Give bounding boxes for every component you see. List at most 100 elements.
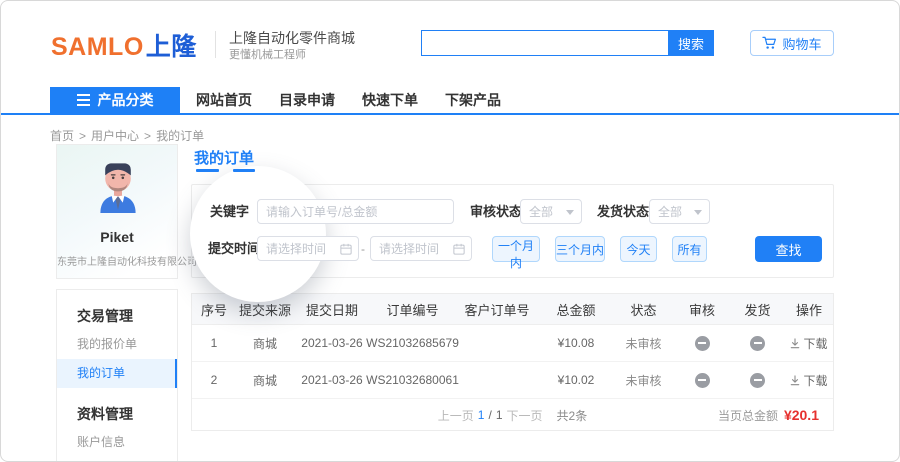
sidebar-item-account-info[interactable]: 账户信息 [57,428,177,457]
main-nav: 产品分类 网站首页 目录申请 快速下单 下架产品 [1,87,899,115]
breadcrumb-user-center[interactable]: 用户中心 [91,127,139,144]
quick-filter-today[interactable]: 今天 [620,236,657,262]
cell-amount: ¥10.08 [539,336,613,350]
breadcrumb: 首页 > 用户中心 > 我的订单 [50,127,204,144]
download-link[interactable]: 下载 [790,335,827,352]
avatar-illustration [94,157,142,213]
download-link[interactable]: 下载 [790,372,827,389]
date-start-placeholder: 请选择时间 [266,240,340,257]
col-header-date: 提交日期 [294,300,370,319]
title-underline [196,169,219,172]
cell-date: 2021-03-26 [294,336,370,350]
nav-item-home[interactable]: 网站首页 [196,90,252,110]
filter-row-2: 提交时间 请选择时间 - 请选择时间 一 [192,236,833,262]
user-avatar [94,157,142,218]
date-end-placeholder: 请选择时间 [379,240,453,257]
search-button[interactable]: 搜索 [668,30,714,56]
ship-status-label: 发货状态 [597,199,649,225]
page: SAMLO上隆 上隆自动化零件商城 更懂机械工程师 搜索 购物车 产品分类 网站… [0,0,900,462]
audit-status-value: 全部 [529,203,553,220]
download-label: 下载 [803,372,827,389]
cell-source: 商城 [236,372,294,389]
company-name: 东莞市上隆自动化科技有限公司 [57,253,177,268]
search-input[interactable] [421,30,668,56]
col-header-amount: 总金额 [539,300,613,319]
current-page: 1 [478,408,485,422]
download-icon [790,338,800,349]
nav-product-categories[interactable]: 产品分类 [50,87,180,113]
sidebar-item-my-orders[interactable]: 我的订单 [57,359,177,388]
col-header-order-no: 订单编号 [370,300,455,319]
page-total-summary: 当页总金额 ¥20.1 [718,399,819,431]
page-title: 我的订单 [194,147,254,168]
spotlight-circle [190,166,326,302]
pagination: 上一页 1 / 1 下一页 共2条 [438,407,587,424]
next-page-button[interactable]: 下一页 [507,407,543,424]
cell-no: 2 [192,373,236,387]
table-row: 1 商城 2021-03-26 WS21032685679 ¥10.08 未审核… [192,325,833,362]
audit-minus-circle-icon[interactable] [695,373,710,388]
calendar-icon [453,243,465,255]
cell-order-no: WS21032685679 [370,336,455,350]
sidebar-section-profile: 资料管理 [57,388,177,428]
col-header-customer-no: 客户订单号 [455,300,539,319]
table-header: 序号 提交来源 提交日期 订单编号 客户订单号 总金额 状态 审核 发货 操作 [192,294,833,325]
nav-items: 网站首页 目录申请 快速下单 下架产品 [196,87,501,113]
cell-status: 未审核 [613,335,674,352]
cell-source: 商城 [236,335,294,352]
download-icon [790,375,800,386]
ship-status-value: 全部 [658,203,682,220]
quick-filter-all[interactable]: 所有 [672,236,707,262]
nav-item-offshelf[interactable]: 下架产品 [445,90,501,110]
logo-text-en: SAMLO [51,33,144,61]
cell-amount: ¥10.02 [539,373,613,387]
chevron-down-icon [566,210,574,215]
total-count: 共2条 [557,407,588,424]
submit-time-label: 提交时间 [208,236,260,262]
col-header-source: 提交来源 [236,300,294,319]
profile-card: Piket 东莞市上隆自动化科技有限公司 [56,144,178,279]
logo-text-cn: 上隆 [146,33,197,61]
nav-item-quick-order[interactable]: 快速下单 [362,90,418,110]
logo[interactable]: SAMLO上隆 [51,27,197,63]
table-row: 2 商城 2021-03-26 WS21032680061 ¥10.02 未审核… [192,362,833,399]
col-header-action: 操作 [785,300,833,319]
cart-label: 购物车 [782,34,821,53]
date-end-input[interactable]: 请选择时间 [370,236,472,261]
quick-filter-three-months[interactable]: 三个月内 [555,236,605,262]
sidebar-item-my-quotes[interactable]: 我的报价单 [57,330,177,359]
ship-minus-circle-icon[interactable] [750,373,765,388]
site-subtitle: 更懂机械工程师 [229,46,306,62]
cart-icon [762,36,777,50]
audit-status-select[interactable]: 全部 [520,199,582,224]
audit-status-label: 审核状态 [470,199,522,225]
ship-minus-circle-icon[interactable] [750,336,765,351]
prev-page-button[interactable]: 上一页 [438,407,474,424]
nav-item-catalog-apply[interactable]: 目录申请 [279,90,335,110]
keyword-label: 关键字 [210,199,249,225]
sidebar-item-address[interactable]: 地址管理 [57,457,177,462]
breadcrumb-home[interactable]: 首页 [50,127,74,144]
date-start-input[interactable]: 请选择时间 [257,236,359,261]
cell-date: 2021-03-26 [294,373,370,387]
sidebar-menu: 交易管理 我的报价单 我的订单 资料管理 账户信息 地址管理 [56,289,178,462]
menu-icon [77,94,90,106]
audit-minus-circle-icon[interactable] [695,336,710,351]
date-range-separator: - [361,236,365,262]
col-header-audit: 审核 [674,300,730,319]
download-label: 下载 [803,335,827,352]
keyword-input[interactable] [257,199,454,224]
breadcrumb-current: 我的订单 [156,127,204,144]
orders-table: 序号 提交来源 提交日期 订单编号 客户订单号 总金额 状态 审核 发货 操作 … [191,293,834,431]
col-header-status: 状态 [613,300,674,319]
quick-filter-one-month[interactable]: 一个月内 [492,236,540,262]
table-footer: 上一页 1 / 1 下一页 共2条 当页总金额 ¥20.1 [192,399,833,431]
sidebar-section-trade: 交易管理 [57,290,177,330]
summary-value: ¥20.1 [784,407,819,423]
cart-button[interactable]: 购物车 [750,30,834,56]
site-title: 上隆自动化零件商城 [229,28,355,48]
title-underline [233,169,255,172]
ship-status-select[interactable]: 全部 [649,199,710,224]
page-separator: / [488,408,491,422]
find-button[interactable]: 查找 [755,236,822,262]
